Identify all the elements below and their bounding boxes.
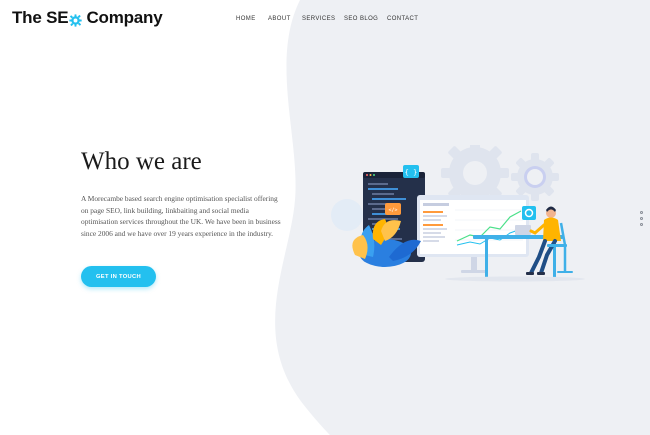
site-logo[interactable]: The SE Company [12, 8, 163, 28]
get-in-touch-button[interactable]: GET IN TOUCH [81, 266, 156, 287]
gear-icon [69, 12, 83, 27]
svg-text:</>: </> [388, 208, 397, 214]
small-gear-icon [511, 153, 559, 201]
nav-item-seo-blog[interactable]: SEO BLOG [344, 16, 378, 22]
slider-dot[interactable] [640, 211, 643, 214]
slider-pagination [640, 211, 643, 226]
svg-text:{ }: { } [405, 169, 418, 177]
hero-description: A Morecambe based search engine optimisa… [81, 194, 281, 238]
settings-icon [522, 206, 536, 220]
nav-item-home[interactable]: HOME [236, 16, 256, 22]
page-title: Who we are [81, 148, 202, 175]
slider-dot[interactable] [640, 217, 643, 220]
seo-team-illustration: </> { } [331, 145, 585, 282]
code-braces-icon: { } [403, 165, 419, 178]
header: The SE Company HOME ABOUT SERVICES SEO B… [0, 0, 650, 40]
nav-item-contact[interactable]: CONTACT [387, 16, 418, 22]
slider-dot[interactable] [640, 223, 643, 226]
nav-item-about[interactable]: ABOUT [268, 16, 291, 22]
analytics-monitor [417, 195, 529, 273]
logo-text-part1: The SE [12, 8, 69, 27]
nav-item-services[interactable]: SERVICES [302, 16, 335, 22]
logo-text-part2: Company [86, 8, 163, 27]
